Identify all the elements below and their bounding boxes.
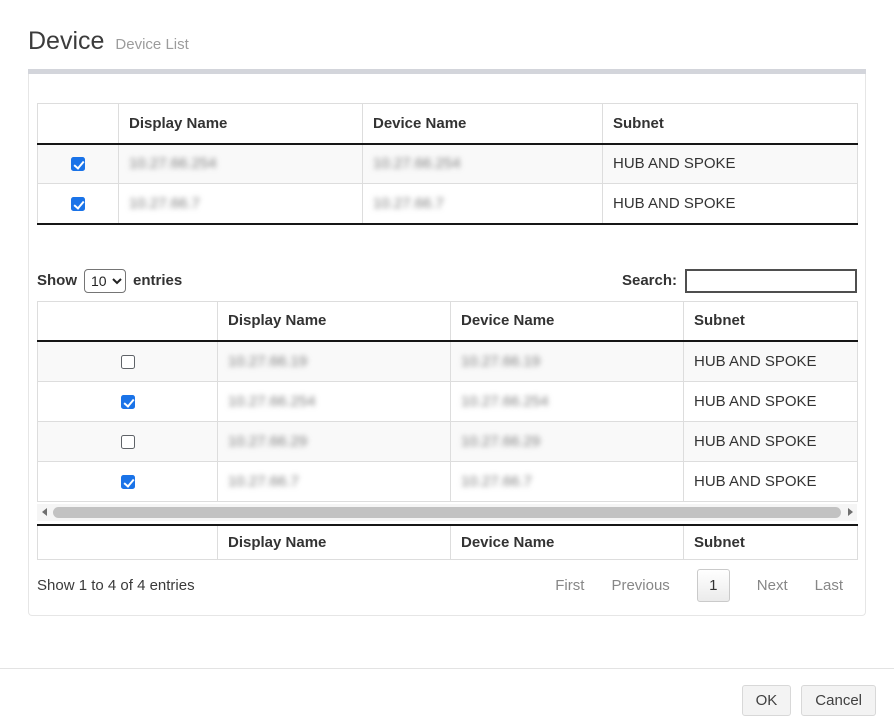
entries-label: entries [133, 272, 182, 289]
search-group: Search: [622, 269, 857, 293]
device-list-panel: Display Name Device Name Subnet 10.27.66… [28, 74, 866, 616]
page-title: Device [28, 27, 104, 56]
row-checkbox[interactable] [71, 197, 85, 211]
column-header-display-name: Display Name [218, 301, 451, 341]
row-checkbox[interactable] [121, 355, 135, 369]
device-name-cell: 10.27.66.29 [451, 421, 684, 461]
redacted-display-name: 10.27.66.29 [228, 433, 307, 450]
search-input[interactable] [685, 269, 857, 293]
show-label: Show [37, 272, 77, 289]
footer-column-device-name: Device Name [451, 525, 684, 560]
pagination: First Previous 1 Next Last [555, 569, 843, 602]
pagination-next[interactable]: Next [757, 577, 788, 594]
ok-button[interactable]: OK [742, 685, 792, 716]
column-header-checkbox [38, 301, 218, 341]
table-controls: Show 10 entries Search: [37, 269, 857, 293]
checkbox-cell [38, 341, 218, 381]
checkbox-cell [38, 461, 218, 501]
table-row: 10.27.66.254 10.27.66.254 HUB AND SPOKE [38, 381, 858, 421]
table-row: 10.27.66.254 10.27.66.254 HUB AND SPOKE [38, 144, 858, 184]
pagination-previous[interactable]: Previous [611, 577, 669, 594]
device-name-cell: 10.27.66.19 [451, 341, 684, 381]
row-checkbox[interactable] [71, 157, 85, 171]
column-header-device-name: Device Name [363, 104, 603, 144]
selected-table-header-row: Display Name Device Name Subnet [38, 104, 858, 144]
table-row: 10.27.66.19 10.27.66.19 HUB AND SPOKE [38, 341, 858, 381]
scroll-left-icon [42, 508, 47, 516]
redacted-device-name: 10.27.66.19 [461, 353, 540, 370]
redacted-device-name: 10.27.66.254 [373, 155, 461, 172]
pagination-first[interactable]: First [555, 577, 584, 594]
scroll-right-icon [848, 508, 853, 516]
display-name-cell: 10.27.66.29 [218, 421, 451, 461]
footer-column-subnet: Subnet [684, 525, 858, 560]
redacted-device-name: 10.27.66.254 [461, 393, 549, 410]
subnet-cell: HUB AND SPOKE [603, 144, 858, 184]
device-name-cell: 10.27.66.254 [363, 144, 603, 184]
scrollbar-thumb[interactable] [53, 507, 841, 518]
column-header-subnet: Subnet [603, 104, 858, 144]
selected-devices-table: Display Name Device Name Subnet 10.27.66… [37, 103, 858, 225]
checkbox-cell [38, 144, 119, 184]
horizontal-scrollbar[interactable] [37, 504, 857, 521]
device-name-cell: 10.27.66.7 [363, 184, 603, 224]
table-info-row: Show 1 to 4 of 4 entries First Previous … [37, 569, 857, 602]
redacted-device-name: 10.27.66.29 [461, 433, 540, 450]
show-entries-select[interactable]: 10 [84, 269, 126, 293]
display-name-cell: 10.27.66.254 [218, 381, 451, 421]
display-name-cell: 10.27.66.7 [119, 184, 363, 224]
device-table-footer-row: Display Name Device Name Subnet [38, 525, 858, 560]
table-row: 10.27.66.7 10.27.66.7 HUB AND SPOKE [38, 184, 858, 224]
redacted-device-name: 10.27.66.7 [461, 473, 532, 490]
device-name-cell: 10.27.66.7 [451, 461, 684, 501]
pagination-current-page[interactable]: 1 [697, 569, 730, 602]
entries-info: Show 1 to 4 of 4 entries [37, 577, 195, 594]
scroll-left-button[interactable] [37, 508, 51, 516]
redacted-device-name: 10.27.66.7 [373, 195, 444, 212]
dialog-actions: OK Cancel [0, 669, 894, 716]
redacted-display-name: 10.27.66.19 [228, 353, 307, 370]
device-table-footer: Display Name Device Name Subnet [37, 524, 858, 561]
device-table-header-row: Display Name Device Name Subnet [38, 301, 858, 341]
redacted-display-name: 10.27.66.254 [228, 393, 316, 410]
cancel-button[interactable]: Cancel [801, 685, 876, 716]
subnet-cell: HUB AND SPOKE [684, 421, 858, 461]
footer-column-checkbox [38, 525, 218, 560]
scroll-right-button[interactable] [843, 508, 857, 516]
device-table: Display Name Device Name Subnet 10.27.66… [37, 301, 858, 502]
search-label: Search: [622, 272, 677, 289]
redacted-display-name: 10.27.66.254 [129, 155, 217, 172]
checkbox-cell [38, 381, 218, 421]
display-name-cell: 10.27.66.19 [218, 341, 451, 381]
row-checkbox[interactable] [121, 395, 135, 409]
column-header-display-name: Display Name [119, 104, 363, 144]
subnet-cell: HUB AND SPOKE [684, 381, 858, 421]
row-checkbox[interactable] [121, 435, 135, 449]
pagination-last[interactable]: Last [815, 577, 843, 594]
column-header-checkbox [38, 104, 119, 144]
checkbox-cell [38, 184, 119, 224]
column-header-subnet: Subnet [684, 301, 858, 341]
footer-column-display-name: Display Name [218, 525, 451, 560]
row-checkbox[interactable] [121, 475, 135, 489]
display-name-cell: 10.27.66.7 [218, 461, 451, 501]
checkbox-cell [38, 421, 218, 461]
display-name-cell: 10.27.66.254 [119, 144, 363, 184]
redacted-display-name: 10.27.66.7 [129, 195, 200, 212]
table-row: 10.27.66.7 10.27.66.7 HUB AND SPOKE [38, 461, 858, 501]
table-row: 10.27.66.29 10.27.66.29 HUB AND SPOKE [38, 421, 858, 461]
device-name-cell: 10.27.66.254 [451, 381, 684, 421]
column-header-device-name: Device Name [451, 301, 684, 341]
subnet-cell: HUB AND SPOKE [684, 341, 858, 381]
page-subtitle: Device List [115, 36, 188, 53]
show-entries-group: Show 10 entries [37, 269, 182, 293]
subnet-cell: HUB AND SPOKE [603, 184, 858, 224]
subnet-cell: HUB AND SPOKE [684, 461, 858, 501]
dialog-header: Device Device List [28, 0, 866, 56]
redacted-display-name: 10.27.66.7 [228, 473, 299, 490]
device-dialog: Device Device List Display Name Device N… [0, 0, 894, 616]
